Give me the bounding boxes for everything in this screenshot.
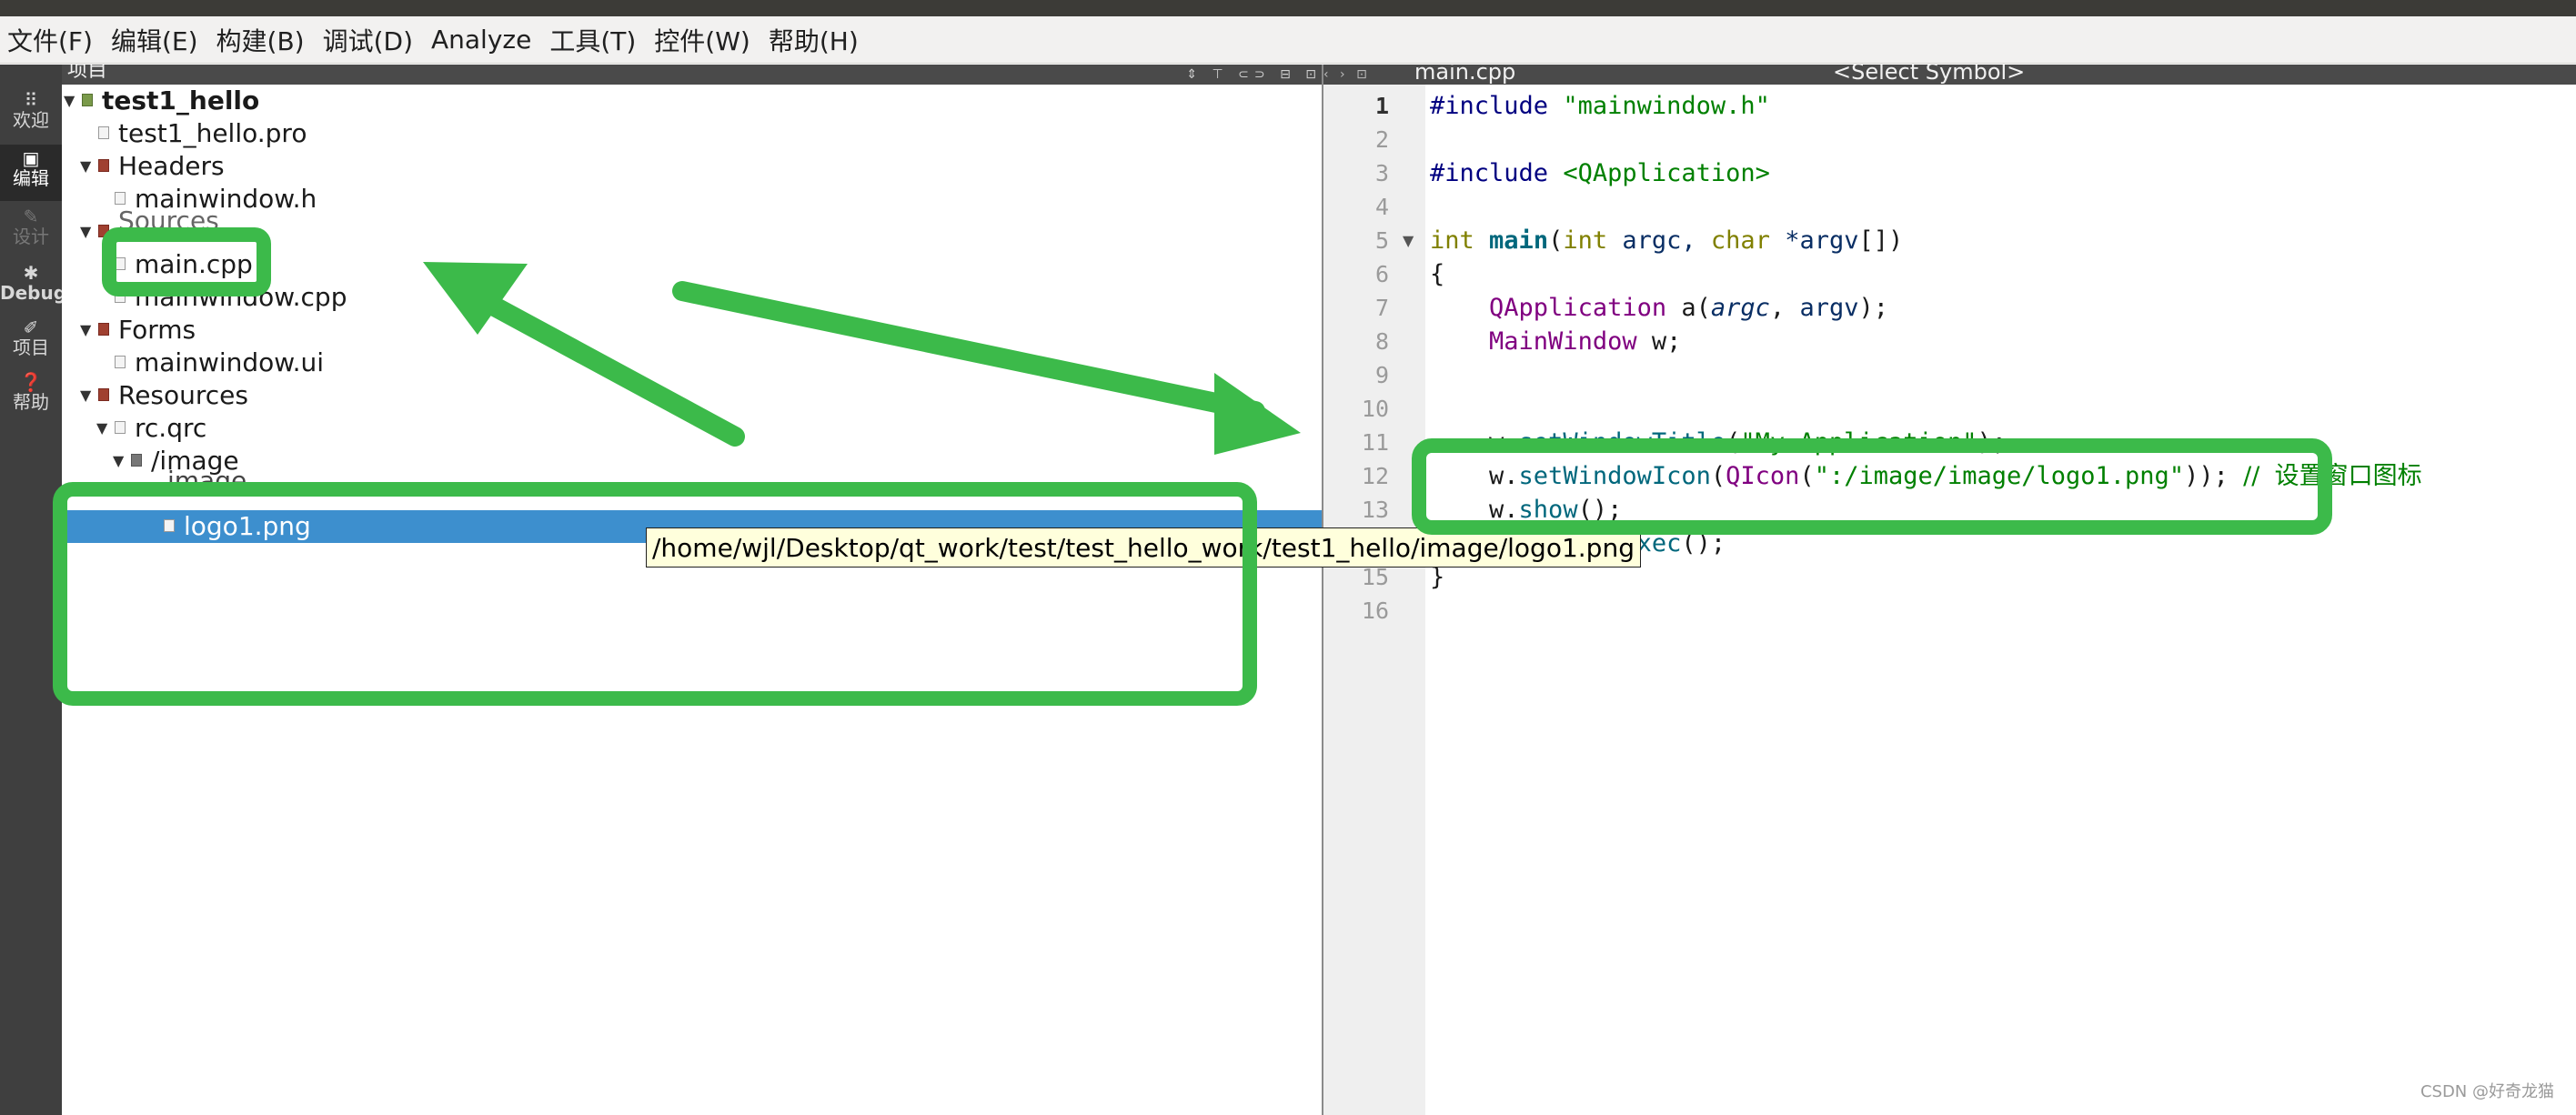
arrow-shaft-right	[672, 281, 1265, 421]
highlight-box-logo	[53, 482, 1257, 706]
watermark: CSDN @好奇龙猫	[2420, 1082, 2554, 1101]
highlight-box-seticon	[1412, 438, 2332, 535]
arrow-head-right	[1214, 373, 1301, 455]
annotation-overlay	[53, 227, 2332, 706]
arrow-shaft-left	[481, 295, 745, 447]
highlight-box-main-cpp	[102, 227, 271, 296]
